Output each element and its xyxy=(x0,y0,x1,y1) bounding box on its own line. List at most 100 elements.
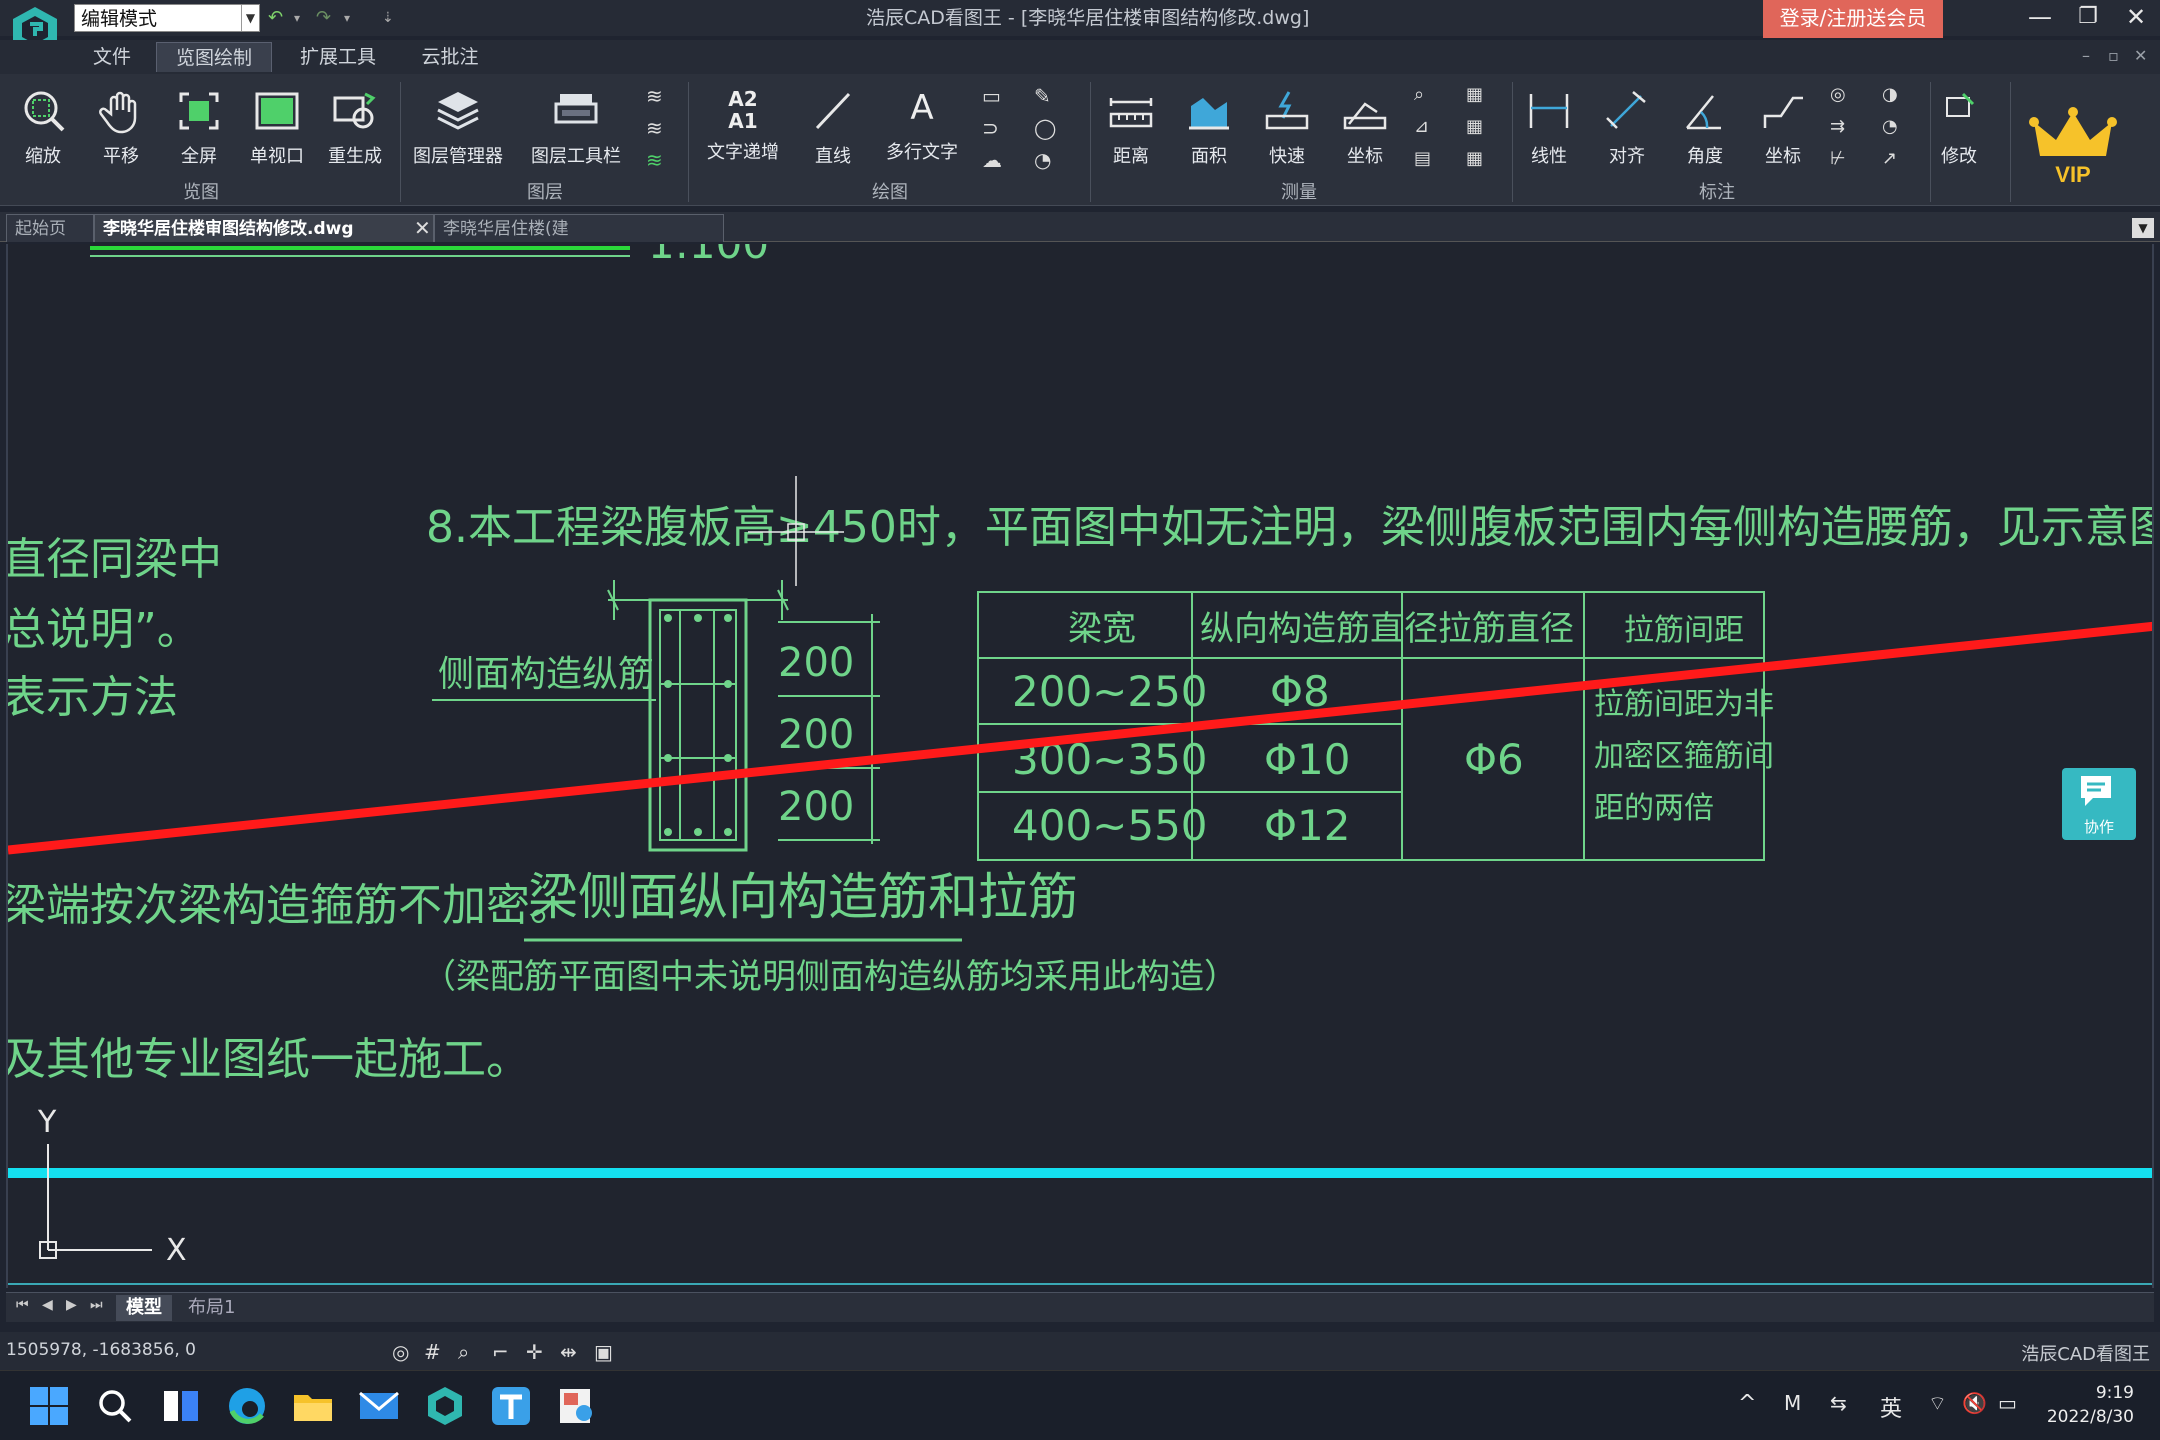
edge-browser-icon[interactable] xyxy=(226,1385,268,1427)
dim-angle-button[interactable]: 角度 xyxy=(1668,80,1742,180)
polar-icon[interactable]: ⇹ xyxy=(560,1340,582,1364)
restore-icon[interactable]: ❐ xyxy=(2066,0,2110,36)
dim-coord-button[interactable]: 坐标 xyxy=(1746,80,1820,180)
modify-button[interactable]: 修改 xyxy=(1922,80,1996,180)
sketch-icon[interactable]: ✎ xyxy=(1034,84,1060,110)
redo-icon[interactable]: ↷ xyxy=(316,5,331,31)
circle-icon[interactable]: ◯ xyxy=(1034,116,1060,142)
tab-list-dropdown-icon[interactable]: ▼ xyxy=(2132,218,2154,238)
tab-active-drawing[interactable]: 李晓华居住楼审图结构修改.dwg xyxy=(94,214,434,242)
tab-start-page[interactable]: 起始页 xyxy=(6,214,94,242)
collaborate-button[interactable]: 协作 xyxy=(2062,768,2136,840)
tab-view-draw[interactable]: 览图绘制 xyxy=(156,42,272,72)
dim-continue-icon[interactable]: ⇉ xyxy=(1830,116,1856,142)
dim-linear-button[interactable]: 线性 xyxy=(1512,80,1586,180)
ime-indicator[interactable]: 英 xyxy=(1880,1391,1902,1423)
measure-area-button[interactable]: 面积 xyxy=(1172,80,1246,180)
first-layout-icon[interactable]: ⏮ xyxy=(16,1297,29,1313)
group-separator xyxy=(1090,82,1091,202)
drawing-canvas[interactable]: 1:100 8.本工程梁腹板高≥450时，平面图中如无注明，梁侧腹板范围内每侧构… xyxy=(6,244,2154,1288)
undo-dropdown-icon[interactable]: ▾ xyxy=(294,5,300,31)
vip-crown-icon[interactable]: VIP xyxy=(2028,100,2118,190)
grid-icon[interactable]: # xyxy=(424,1340,446,1364)
measure-arc-icon[interactable]: ▤ xyxy=(1414,148,1440,174)
layer-toolbar-button[interactable]: 图层工具栏 xyxy=(526,80,626,180)
pan-button[interactable]: 平移 xyxy=(84,80,158,180)
windows-start-icon[interactable] xyxy=(28,1385,70,1427)
prev-layout-icon[interactable]: ◀ xyxy=(42,1297,53,1313)
polyline-icon[interactable]: ⊃ xyxy=(982,116,1008,142)
ellipse-icon[interactable]: ◔ xyxy=(1034,148,1060,174)
snap-icon[interactable]: ◎ xyxy=(392,1340,414,1364)
next-layout-icon[interactable]: ▶ xyxy=(66,1297,77,1313)
tray-sync-icon[interactable]: ⇆ xyxy=(1830,1391,1847,1415)
measure-quick-button[interactable]: 快速 xyxy=(1250,80,1324,180)
layer-state-icon[interactable]: ≋ xyxy=(646,84,672,110)
volume-muted-icon[interactable]: 🔇 xyxy=(1962,1391,1987,1415)
ortho-icon[interactable]: ⌐ xyxy=(492,1340,514,1364)
measure-distance-button[interactable]: 距离 xyxy=(1094,80,1168,180)
tab-file[interactable]: 文件 xyxy=(80,42,144,72)
system-clock[interactable]: 9:19 2022/8/30 xyxy=(2047,1381,2134,1429)
customize-quickaccess-icon[interactable]: ⇣ xyxy=(382,5,394,31)
dim-baseline-icon[interactable]: ⊬ xyxy=(1830,148,1856,174)
battery-icon[interactable]: ▭ xyxy=(1998,1391,2017,1415)
sub-minimize-icon[interactable]: – xyxy=(2082,46,2090,65)
tab-cloud-annotate[interactable]: 云批注 xyxy=(408,42,492,72)
measure-stat-icon[interactable]: ▦ xyxy=(1466,116,1492,142)
regen-button[interactable]: 重生成 xyxy=(318,80,392,180)
login-register-button[interactable]: 登录/注册送会员 xyxy=(1763,0,1943,38)
viewer-app-icon[interactable] xyxy=(556,1385,598,1427)
file-explorer-icon[interactable] xyxy=(292,1385,334,1427)
text-increment-button[interactable]: A2 A1 文字递增 xyxy=(700,80,786,180)
task-view-icon[interactable] xyxy=(160,1385,202,1427)
last-layout-icon[interactable]: ⏭ xyxy=(90,1297,103,1313)
measure-coord-button[interactable]: 坐标 xyxy=(1328,80,1402,180)
measure-list-icon[interactable]: ▦ xyxy=(1466,84,1492,110)
dim-radius-icon[interactable]: ◎ xyxy=(1830,84,1856,110)
layer-manager-button[interactable]: 图层管理器 xyxy=(410,80,506,180)
layer-isolate-icon[interactable]: ≋ xyxy=(646,116,672,142)
sub-close-icon[interactable]: ✕ xyxy=(2134,46,2147,65)
line-button[interactable]: 直线 xyxy=(796,80,870,180)
mode-select[interactable]: 编辑模式 ▼ xyxy=(74,4,260,32)
cad-app-taskbar-icon[interactable] xyxy=(424,1385,466,1427)
rectangle-icon[interactable]: ▭ xyxy=(982,84,1008,110)
zoom-status-icon[interactable]: ⌕ xyxy=(458,1340,480,1364)
tray-app-icon[interactable]: M xyxy=(1784,1391,1801,1415)
text-increment-icon: A2 A1 xyxy=(728,87,758,133)
search-icon[interactable] xyxy=(94,1385,136,1427)
zoom-button[interactable]: 缩放 xyxy=(6,80,80,180)
mail-icon[interactable] xyxy=(358,1385,400,1427)
dim-aligned-button[interactable]: 对齐 xyxy=(1590,80,1664,180)
text-app-icon[interactable] xyxy=(490,1385,532,1427)
cloud-icon[interactable]: ☁ xyxy=(982,148,1008,174)
drawing-svg[interactable]: 1:100 8.本工程梁腹板高≥450时，平面图中如无注明，梁侧腹板范围内每侧构… xyxy=(8,244,2154,1288)
dim-leader-icon[interactable]: ↗ xyxy=(1882,148,1908,174)
mtext-button[interactable]: A 多行文字 xyxy=(874,80,970,180)
fit-view-icon[interactable]: ▣ xyxy=(594,1340,616,1364)
tab-layout1[interactable]: 布局1 xyxy=(178,1295,245,1321)
fullscreen-button[interactable]: 全屏 xyxy=(162,80,236,180)
tab-model[interactable]: 模型 xyxy=(116,1295,172,1321)
close-icon[interactable]: ✕ xyxy=(2114,0,2158,36)
minimize-icon[interactable]: — xyxy=(2018,0,2062,36)
measure-angle-icon[interactable]: ⊿ xyxy=(1414,116,1440,142)
undo-icon[interactable]: ↶ xyxy=(268,5,283,31)
tray-expand-icon[interactable]: ^ xyxy=(1738,1391,1756,1416)
wifi-icon[interactable]: ⌔ xyxy=(1928,1391,1947,1416)
single-viewport-button[interactable]: 单视口 xyxy=(240,80,314,180)
close-tab-icon[interactable]: ✕ xyxy=(414,216,431,240)
tab-other-drawing[interactable]: 李晓华居住楼(建施)20210428.dwg xyxy=(434,214,724,267)
layer-restore-icon[interactable]: ≋ xyxy=(646,148,672,174)
dim-diameter-icon[interactable]: ◑ xyxy=(1882,84,1908,110)
osnap-icon[interactable]: ✛ xyxy=(526,1340,548,1364)
dim-arc-icon[interactable]: ◔ xyxy=(1882,116,1908,142)
chevron-down-icon[interactable]: ▼ xyxy=(241,5,259,31)
sub-restore-icon[interactable]: ▫ xyxy=(2108,46,2119,65)
measure-area-label: 面积 xyxy=(1191,146,1227,167)
measure-radius-icon[interactable]: ⌕ xyxy=(1414,84,1440,110)
measure-total-icon[interactable]: ▦ xyxy=(1466,148,1492,174)
redo-dropdown-icon[interactable]: ▾ xyxy=(344,5,350,31)
tab-extend-tools[interactable]: 扩展工具 xyxy=(290,42,386,72)
